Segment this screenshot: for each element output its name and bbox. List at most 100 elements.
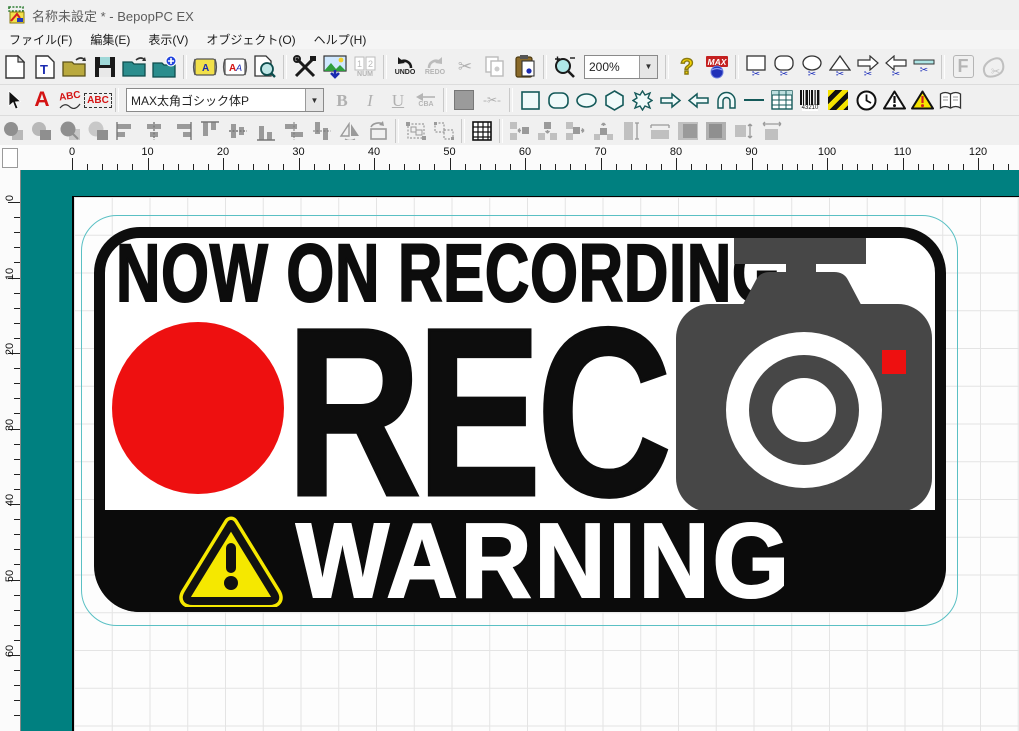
align-center-horizontal-button[interactable] <box>140 118 168 144</box>
match-size-vertical-button[interactable] <box>730 118 758 144</box>
shape-ellipse-button[interactable] <box>572 87 600 113</box>
select-cursor-button[interactable] <box>0 87 28 113</box>
color-swatch-button[interactable] <box>450 87 478 113</box>
align-left-button[interactable] <box>112 118 140 144</box>
shape-rounded-rect-button[interactable] <box>544 87 572 113</box>
machine-settings-button[interactable] <box>290 53 320 81</box>
menu-help[interactable]: ヘルプ(H) <box>305 30 376 49</box>
new-document-button[interactable] <box>0 53 30 81</box>
order-front-button[interactable] <box>0 118 28 144</box>
add-label-button[interactable] <box>150 53 180 81</box>
arc-text-tool-button[interactable]: ABC <box>56 87 84 113</box>
align-bottom-button[interactable] <box>252 118 280 144</box>
rotate-button[interactable] <box>364 118 392 144</box>
frame-text-tool-button[interactable]: ABC <box>84 87 112 113</box>
match-spacing-button[interactable] <box>646 118 674 144</box>
import-label-button[interactable] <box>120 53 150 81</box>
font-select[interactable]: MAX太角ゴシック体P ▼ <box>126 88 324 112</box>
rec-text[interactable]: REC <box>286 292 667 532</box>
cut-button[interactable]: ✂ <box>450 53 480 81</box>
align-middle-vertical-button[interactable] <box>224 118 252 144</box>
order-forward-button[interactable] <box>56 118 84 144</box>
label-color-button[interactable]: AA <box>220 53 250 81</box>
paste-size-2-button[interactable] <box>702 118 730 144</box>
new-text-document-button[interactable]: T <box>30 53 60 81</box>
open-file-button[interactable] <box>60 53 90 81</box>
undo-button[interactable]: UNDO <box>390 53 420 81</box>
shape-star-button[interactable] <box>628 87 656 113</box>
text-direction-button[interactable]: CBA <box>412 87 440 113</box>
paste-size-button[interactable] <box>674 118 702 144</box>
shape-line-button[interactable] <box>740 87 768 113</box>
order-backward-button[interactable] <box>84 118 112 144</box>
text-tool-button[interactable]: A <box>28 87 56 113</box>
title-bar: 名称未設定 * - BepopPC EX <box>0 0 1019 30</box>
match-height-button[interactable] <box>618 118 646 144</box>
help-button[interactable]: ? <box>672 53 702 81</box>
object-cut-button[interactable]: -✂- <box>478 87 506 113</box>
print-preview-button[interactable] <box>250 53 280 81</box>
distribute-vertical-button[interactable] <box>308 118 336 144</box>
warning-symbol-color-button[interactable] <box>908 87 936 113</box>
shape-arch-button[interactable] <box>712 87 740 113</box>
shape-arrow-right-button[interactable] <box>656 87 684 113</box>
separator <box>735 55 739 79</box>
max-website-button[interactable]: MAX <box>702 53 732 81</box>
shape-square-button[interactable] <box>516 87 544 113</box>
zoom-tool-button[interactable] <box>550 53 580 81</box>
cut-rectangle-button[interactable]: ✂ <box>742 54 770 80</box>
shape-arrow-left-button[interactable] <box>684 87 712 113</box>
copy-button[interactable] <box>480 53 510 81</box>
cut-triangle-button[interactable]: ✂ <box>826 54 854 80</box>
zoom-dropdown-arrow[interactable]: ▼ <box>639 56 657 78</box>
group-button[interactable] <box>402 118 430 144</box>
redo-button[interactable]: REDO <box>420 53 450 81</box>
zoom-select[interactable]: 200% ▼ <box>584 55 658 79</box>
table-tool-button[interactable] <box>768 87 796 113</box>
font-dropdown-arrow[interactable]: ▼ <box>305 89 323 111</box>
bold-button[interactable]: B <box>328 87 356 113</box>
ungroup-button[interactable] <box>430 118 458 144</box>
italic-button[interactable]: I <box>356 87 384 113</box>
cut-arrow-right-button[interactable]: ✂ <box>854 54 882 80</box>
svg-text:1: 1 <box>357 59 362 69</box>
camera-icon[interactable] <box>676 238 932 512</box>
nudge-right-button[interactable] <box>562 118 590 144</box>
shape-hexagon-button[interactable] <box>600 87 628 113</box>
menu-object[interactable]: オブジェクト(O) <box>197 30 304 49</box>
distribute-horizontal-button[interactable] <box>280 118 308 144</box>
warning-symbol-mono-button[interactable] <box>880 87 908 113</box>
flip-button[interactable] <box>336 118 364 144</box>
menu-view[interactable]: 表示(V) <box>139 30 197 49</box>
nudge-left-button[interactable] <box>506 118 534 144</box>
warning-text[interactable]: WARNING <box>296 508 792 614</box>
symbol-library-button[interactable] <box>936 87 964 113</box>
hazard-stripe-button[interactable] <box>824 87 852 113</box>
clock-symbol-button[interactable] <box>852 87 880 113</box>
nudge-up-button[interactable] <box>590 118 618 144</box>
cut-rounded-rect-button[interactable]: ✂ <box>770 54 798 80</box>
order-back-button[interactable] <box>28 118 56 144</box>
cut-line-button[interactable]: ✂ <box>910 54 938 80</box>
grid-settings-button[interactable] <box>468 118 496 144</box>
menu-edit[interactable]: 編集(E) <box>81 30 139 49</box>
align-right-button[interactable] <box>168 118 196 144</box>
menu-file[interactable]: ファイル(F) <box>0 30 81 49</box>
free-cut-button[interactable]: ✂ <box>978 53 1008 81</box>
underline-button[interactable]: U <box>384 87 412 113</box>
warning-triangle-icon[interactable] <box>179 515 283 607</box>
paste-button[interactable] <box>510 53 540 81</box>
save-button[interactable] <box>90 53 120 81</box>
match-size-horizontal-button[interactable] <box>758 118 786 144</box>
cut-arrow-left-button[interactable]: ✂ <box>882 54 910 80</box>
nudge-down-button[interactable] <box>534 118 562 144</box>
record-dot[interactable] <box>112 322 284 494</box>
numbering-button[interactable]: 12 NUM <box>350 53 380 81</box>
frame-cut-button[interactable]: F <box>948 53 978 81</box>
separator <box>383 55 387 79</box>
barcode-tool-button[interactable]: 43210 <box>796 87 824 113</box>
image-import-button[interactable] <box>320 53 350 81</box>
cut-ellipse-button[interactable]: ✂ <box>798 54 826 80</box>
align-top-button[interactable] <box>196 118 224 144</box>
label-layout-button[interactable]: A <box>190 53 220 81</box>
